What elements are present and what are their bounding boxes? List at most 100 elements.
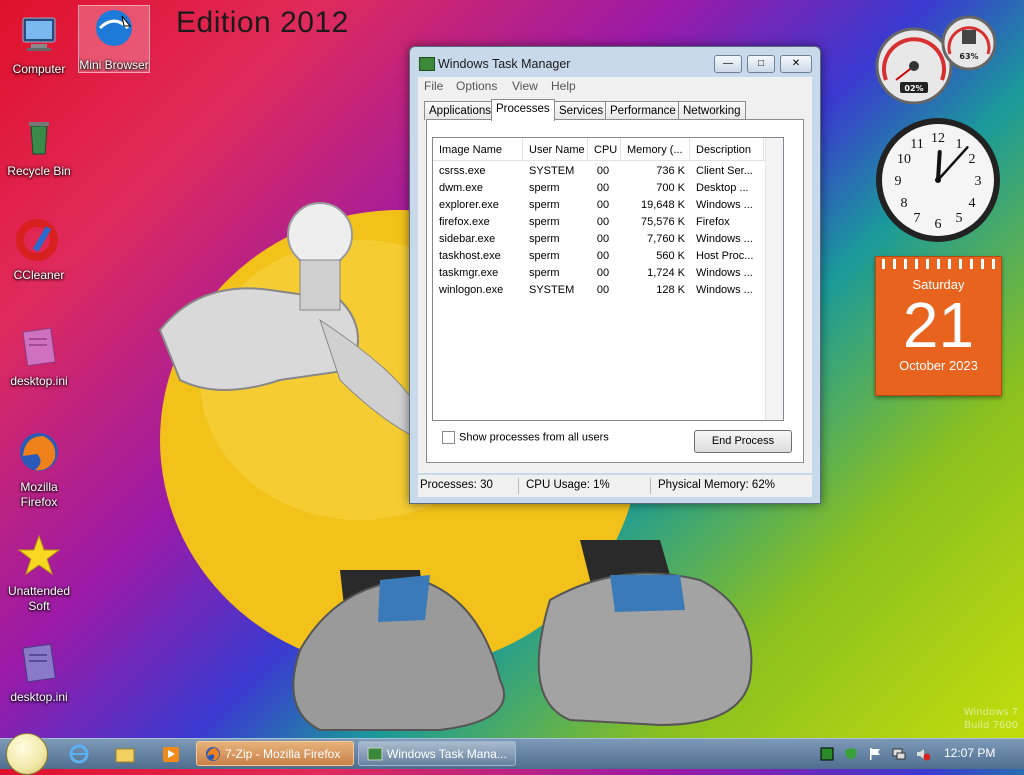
process-cell-image: firefox.exe xyxy=(439,216,490,228)
end-process-button[interactable]: End Process xyxy=(694,430,792,453)
maximize-icon: □ xyxy=(757,58,765,69)
process-cell-user: SYSTEM xyxy=(529,165,575,177)
process-row[interactable]: explorer.exe sperm 00 19,648 K Windows ... xyxy=(433,198,764,215)
column-user-name[interactable]: User Name xyxy=(523,138,588,160)
windows-build-watermark: Windows 7 Build 7600 xyxy=(958,706,1018,732)
title-bar[interactable]: Windows Task Manager — □ ✕ xyxy=(410,47,820,79)
column-cpu[interactable]: CPU xyxy=(588,138,621,160)
volume-muted-icon[interactable] xyxy=(916,747,930,761)
process-cell-memory: 75,576 K xyxy=(640,216,685,228)
column-image-name[interactable]: Image Name xyxy=(433,138,523,160)
process-cell-memory: 700 K xyxy=(656,182,685,194)
start-button[interactable] xyxy=(6,733,48,775)
process-row[interactable]: dwm.exe sperm 00 700 K Desktop ... xyxy=(433,181,764,198)
process-row[interactable]: taskhost.exe sperm 00 560 K Host Proc... xyxy=(433,249,764,266)
process-cell-cpu: 00 xyxy=(596,182,610,194)
show-all-users-checkbox[interactable] xyxy=(442,431,455,444)
taskbar-button-task-manager[interactable]: Windows Task Mana... xyxy=(358,741,516,766)
close-button[interactable]: ✕ xyxy=(780,55,812,73)
desktop-icon-computer[interactable]: Computer xyxy=(4,10,74,77)
clock-numeral-7: 7 xyxy=(914,211,921,226)
ccleaner-icon xyxy=(15,216,63,264)
desktop-icon-desktop-ini-2[interactable]: desktop.ini xyxy=(4,638,74,705)
process-cell-cpu: 00 xyxy=(596,216,610,228)
process-cell-cpu: 00 xyxy=(596,233,610,245)
menu-options[interactable]: Options xyxy=(456,79,497,93)
clock-numeral-10: 10 xyxy=(897,152,911,167)
status-separator xyxy=(650,478,651,494)
maximize-button[interactable]: □ xyxy=(747,55,775,73)
tab-processes[interactable]: Processes xyxy=(491,99,555,121)
menu-file[interactable]: File xyxy=(424,79,443,93)
tray-task-manager-icon[interactable] xyxy=(820,747,834,761)
menu-view[interactable]: View xyxy=(512,79,538,93)
clock-numeral-2: 2 xyxy=(969,152,976,167)
desktop-icon-label: desktop.ini xyxy=(10,374,68,388)
cpu-meter-gadget[interactable]: 02% 63% xyxy=(872,8,1002,104)
desktop-icon-label: Mini Browser xyxy=(79,58,149,72)
process-row[interactable]: sidebar.exe sperm 00 7,760 K Windows ... xyxy=(433,232,764,249)
clock-numeral-3: 3 xyxy=(975,174,982,189)
process-list-header: Image Name User Name CPU Memory (... Des… xyxy=(433,138,783,161)
tab-services[interactable]: Services xyxy=(554,101,609,120)
taskbar-button-firefox[interactable]: 7-Zip - Mozilla Firefox xyxy=(196,741,354,766)
tab-applications[interactable]: Applications xyxy=(424,101,497,120)
clock-numeral-5: 5 xyxy=(956,211,963,226)
show-all-users-option[interactable]: Show processes from all users xyxy=(442,431,609,444)
desktop-icon-label: Recycle Bin xyxy=(7,164,71,178)
action-center-flag-icon[interactable] xyxy=(868,747,882,761)
process-row[interactable]: winlogon.exe SYSTEM 00 128 K Windows ... xyxy=(433,283,764,300)
desktop-icon-desktop-ini[interactable]: desktop.ini xyxy=(4,322,74,389)
task-manager-window[interactable]: Windows Task Manager — □ ✕ File Options … xyxy=(409,46,821,504)
column-description[interactable]: Description xyxy=(690,138,764,160)
recycle-bin-icon xyxy=(15,112,63,160)
taskbar-button-label: Windows Task Mana... xyxy=(387,747,507,761)
clock-numeral-1: 1 xyxy=(956,137,963,152)
show-all-users-label: Show processes from all users xyxy=(459,431,609,444)
folder-icon[interactable] xyxy=(114,744,136,764)
process-row[interactable]: csrss.exe SYSTEM 00 736 K Client Ser... xyxy=(433,164,764,181)
process-cell-user: sperm xyxy=(529,182,560,194)
calendar-gadget[interactable]: Saturday 21 October 2023 xyxy=(875,256,1002,396)
process-cell-memory: 736 K xyxy=(656,165,685,177)
process-cell-cpu: 00 xyxy=(596,267,610,279)
clock-gadget[interactable]: 12 1 2 3 4 5 6 7 8 9 10 11 xyxy=(874,116,1002,244)
tab-networking[interactable]: Networking xyxy=(678,101,746,120)
watermark-line-2: Build 7600 xyxy=(964,720,1018,731)
process-row[interactable]: firefox.exe sperm 00 75,576 K Firefox xyxy=(433,215,764,232)
wallpaper-title-text: Edition 2012 xyxy=(176,6,349,39)
process-cell-image: csrss.exe xyxy=(439,165,486,177)
desktop-icon-label: CCleaner xyxy=(13,268,65,282)
internet-explorer-icon[interactable] xyxy=(68,744,90,764)
firefox-icon xyxy=(15,428,63,476)
desktop-icon-recycle-bin[interactable]: Recycle Bin xyxy=(4,112,74,179)
process-cell-cpu: 00 xyxy=(596,250,610,262)
process-row[interactable]: taskmgr.exe sperm 00 1,724 K Windows ... xyxy=(433,266,764,283)
network-icon[interactable] xyxy=(892,747,906,761)
minimize-button[interactable]: — xyxy=(714,55,742,73)
desktop-icon-label: Computer xyxy=(12,62,66,76)
process-cell-cpu: 00 xyxy=(596,284,610,296)
desktop-icon-ccleaner[interactable]: CCleaner xyxy=(4,216,74,283)
media-player-icon[interactable] xyxy=(160,744,182,764)
desktop-icon-unattended-soft[interactable]: Unattended Soft xyxy=(4,532,74,614)
process-list-scrollbar[interactable] xyxy=(765,138,783,420)
task-manager-app-icon xyxy=(419,57,435,71)
calendar-day: 21 xyxy=(902,289,975,361)
desktop-icon-mini-browser[interactable]: Mini Browser xyxy=(78,5,150,73)
close-icon: ✕ xyxy=(791,58,801,69)
column-memory[interactable]: Memory (... xyxy=(621,138,690,160)
status-separator xyxy=(518,478,519,494)
tray-security-icon[interactable] xyxy=(844,747,858,761)
process-cell-image: taskmgr.exe xyxy=(439,267,499,279)
taskbar-button-label: 7-Zip - Mozilla Firefox xyxy=(225,747,341,761)
process-list[interactable]: Image Name User Name CPU Memory (... Des… xyxy=(432,137,784,421)
taskbar-clock[interactable]: 12:07 PM xyxy=(944,746,995,760)
window-title: Windows Task Manager xyxy=(438,57,571,71)
desktop-icon-label: Unattended Soft xyxy=(7,584,71,613)
desktop-icon-firefox[interactable]: Mozilla Firefox xyxy=(4,428,74,510)
menu-help[interactable]: Help xyxy=(551,79,576,93)
clock-hour-hand xyxy=(936,150,942,182)
clock-numeral-11: 11 xyxy=(910,137,923,152)
tab-performance[interactable]: Performance xyxy=(605,101,681,120)
